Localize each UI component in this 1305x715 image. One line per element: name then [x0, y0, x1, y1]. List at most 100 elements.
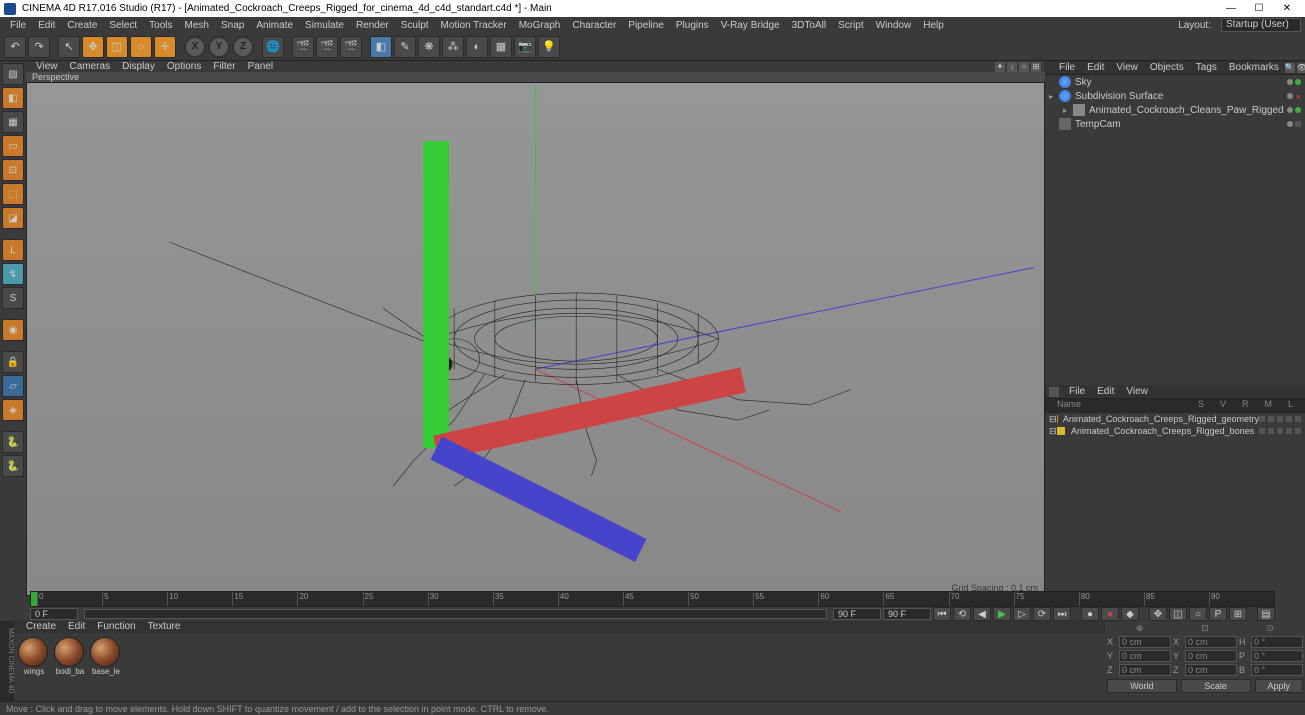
planar-workplane[interactable]: ▱ — [2, 375, 24, 397]
vp-nav-icon-3[interactable]: ○ — [1019, 62, 1029, 72]
pos-z-input[interactable]: 0 cm — [1119, 664, 1171, 676]
take-row-geometry[interactable]: ⊟ Animated_Cockroach_Creeps_Rigged_geome… — [1045, 413, 1305, 425]
mat-menu-edit[interactable]: Edit — [62, 621, 91, 633]
tree-item-subdiv[interactable]: ▸ Subdivision Surface ✕ — [1045, 89, 1305, 103]
keyframe-sel-button[interactable]: ◆ — [1121, 607, 1139, 621]
coord-system-button[interactable]: 🌐 — [262, 36, 284, 58]
obj-menu-tags[interactable]: Tags — [1190, 62, 1223, 73]
vp-menu-panel[interactable]: Panel — [242, 61, 280, 72]
menu-motion-tracker[interactable]: Motion Tracker — [435, 20, 513, 31]
python-button[interactable]: 🐍 — [2, 431, 24, 453]
timeline-scrubber[interactable] — [84, 609, 827, 619]
scale-tool[interactable]: ◫ — [106, 36, 128, 58]
key-scale-button[interactable]: ◫ — [1169, 607, 1187, 621]
edge-mode[interactable]: ⬚ — [2, 183, 24, 205]
python-button-2[interactable]: 🐍 — [2, 455, 24, 477]
start-frame-input[interactable]: 0 F — [30, 608, 78, 620]
menu-file[interactable]: File — [4, 20, 32, 31]
menu-pipeline[interactable]: Pipeline — [622, 20, 670, 31]
mat-menu-texture[interactable]: Texture — [142, 621, 187, 633]
current-frame-input[interactable]: 90 F — [833, 608, 881, 620]
tree-item-tempcam[interactable]: TempCam — [1045, 117, 1305, 131]
menu-3dtoall[interactable]: 3DToAll — [786, 20, 832, 31]
obj-menu-bookmarks[interactable]: Bookmarks — [1223, 62, 1285, 73]
vp-menu-view[interactable]: View — [30, 61, 64, 72]
subdivision-button[interactable]: ❋ — [418, 36, 440, 58]
menu-snap[interactable]: Snap — [215, 20, 250, 31]
close-button[interactable]: ✕ — [1273, 0, 1301, 17]
vp-nav-icon-2[interactable]: ↓ — [1007, 62, 1017, 72]
pos-x-input[interactable]: 0 cm — [1119, 636, 1171, 648]
menu-mesh[interactable]: Mesh — [179, 20, 215, 31]
last-tool[interactable]: ✛ — [154, 36, 176, 58]
menu-tools[interactable]: Tools — [143, 20, 178, 31]
materials-list[interactable]: wings bodi_ba base_le — [14, 633, 1105, 680]
point-mode[interactable]: ⊡ — [2, 159, 24, 181]
coord-apply-button[interactable]: Apply — [1255, 679, 1304, 693]
prev-frame-button[interactable]: ◀ — [973, 607, 991, 621]
coord-scale-dropdown[interactable]: Scale — [1181, 679, 1251, 693]
mat-menu-create[interactable]: Create — [20, 621, 62, 633]
environment-button[interactable]: ▦ — [490, 36, 512, 58]
model-mode[interactable]: ◧ — [2, 87, 24, 109]
move-tool[interactable]: ✥ — [82, 36, 104, 58]
obj-menu-edit[interactable]: Edit — [1081, 62, 1110, 73]
timeline-ruler[interactable]: 0 5 10 15 20 25 30 35 40 45 50 55 60 65 … — [30, 591, 1275, 607]
material-base[interactable]: base_le — [90, 637, 122, 676]
menu-script[interactable]: Script — [832, 20, 870, 31]
mat-menu-function[interactable]: Function — [91, 621, 141, 633]
viewport-3d[interactable]: Grid Spacing : 0.1 cm — [26, 82, 1045, 596]
dopesheet-button[interactable]: ▤ — [1257, 607, 1275, 621]
pen-tool[interactable]: ✎ — [394, 36, 416, 58]
workplane-mode[interactable]: ▭ — [2, 135, 24, 157]
minimize-button[interactable]: — — [1217, 0, 1245, 17]
y-axis-lock[interactable]: Y — [208, 36, 230, 58]
rot-h-input[interactable]: 0 ° — [1251, 636, 1303, 648]
size-z-input[interactable]: 0 cm — [1185, 664, 1237, 676]
next-frame-button[interactable]: ▷ — [1013, 607, 1031, 621]
attr-menu-view[interactable]: View — [1120, 386, 1154, 397]
tree-item-cockroach[interactable]: ▸ Animated_Cockroach_Cleans_Paw_Rigged — [1045, 103, 1305, 117]
axis-mode[interactable]: L — [2, 239, 24, 261]
take-row-bones[interactable]: ⊟ Animated_Cockroach_Creeps_Rigged_bones — [1045, 425, 1305, 437]
menu-character[interactable]: Character — [566, 20, 622, 31]
prev-key-button[interactable]: ⟲ — [953, 607, 971, 621]
render-settings-button[interactable]: 🎬 — [340, 36, 362, 58]
cube-primitive[interactable]: ◧ — [370, 36, 392, 58]
menu-vray[interactable]: V-Ray Bridge — [715, 20, 786, 31]
next-key-button[interactable]: ⟳ — [1033, 607, 1051, 621]
attr-menu-file[interactable]: File — [1063, 386, 1091, 397]
menu-help[interactable]: Help — [917, 20, 950, 31]
menu-animate[interactable]: Animate — [250, 20, 299, 31]
key-pla-button[interactable]: ⊞ — [1229, 607, 1247, 621]
menu-mograph[interactable]: MoGraph — [513, 20, 567, 31]
obj-menu-view[interactable]: View — [1110, 62, 1144, 73]
axis-gizmo[interactable] — [47, 73, 1064, 585]
size-y-input[interactable]: 0 cm — [1185, 650, 1237, 662]
expand-icon[interactable]: ▸ — [1063, 106, 1071, 115]
menu-select[interactable]: Select — [103, 20, 143, 31]
menu-render[interactable]: Render — [350, 20, 395, 31]
coord-space-dropdown[interactable]: World — [1107, 679, 1177, 693]
maximize-button[interactable]: ☐ — [1245, 0, 1273, 17]
texture-mode[interactable]: ▦ — [2, 111, 24, 133]
render-view-button[interactable]: 🎬 — [292, 36, 314, 58]
menu-create[interactable]: Create — [61, 20, 103, 31]
polygon-mode[interactable]: ◪ — [2, 207, 24, 229]
z-axis-lock[interactable]: Z — [232, 36, 254, 58]
deformer-button[interactable]: ◐ — [466, 36, 488, 58]
tree-item-sky[interactable]: Sky — [1045, 75, 1305, 89]
vp-menu-cameras[interactable]: Cameras — [64, 61, 117, 72]
array-button[interactable]: ⁂ — [442, 36, 464, 58]
obj-eye-icon[interactable]: 👁 — [1297, 63, 1305, 73]
rot-p-input[interactable]: 0 ° — [1251, 650, 1303, 662]
make-editable-button[interactable]: ▨ — [2, 63, 24, 85]
interactive-workplane[interactable]: ◈ — [2, 399, 24, 421]
viewport-solo[interactable]: ◉ — [2, 319, 24, 341]
rotate-tool[interactable]: ○ — [130, 36, 152, 58]
rot-b-input[interactable]: 0 ° — [1251, 664, 1303, 676]
redo-button[interactable]: ↷ — [28, 36, 50, 58]
play-button[interactable]: ▶ — [993, 607, 1011, 621]
material-body[interactable]: bodi_ba — [54, 637, 86, 676]
goto-end-button[interactable]: ⏭ — [1053, 607, 1071, 621]
